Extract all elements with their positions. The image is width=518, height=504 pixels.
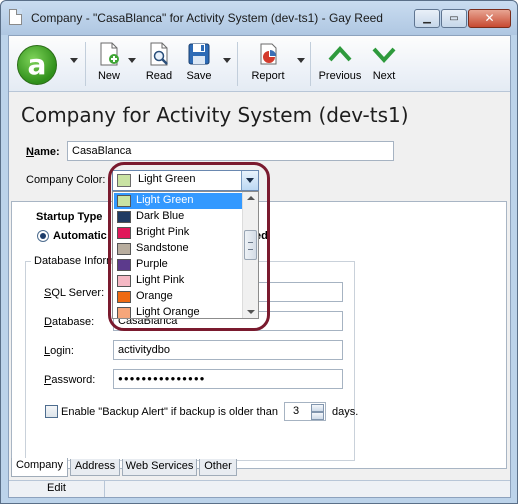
- app-logo-button[interactable]: a: [17, 45, 57, 85]
- new-chevron-down-icon[interactable]: [128, 58, 136, 63]
- name-label-key: N: [26, 146, 34, 158]
- tab-other[interactable]: Other: [199, 459, 237, 476]
- application-window: Company - "CasaBlanca" for Activity Syst…: [0, 0, 518, 504]
- app-menu-chevron-down-icon[interactable]: [70, 58, 78, 63]
- save-button[interactable]: Save: [183, 41, 215, 82]
- report-label: Report: [251, 70, 285, 82]
- read-button[interactable]: Read: [143, 41, 175, 82]
- next-label: Next: [372, 70, 396, 82]
- login-label: Login:: [44, 345, 74, 357]
- status-mode: Edit: [9, 481, 105, 497]
- password-label: Password:: [44, 374, 95, 386]
- save-label: Save: [186, 70, 212, 82]
- logo-glyph: a: [27, 48, 47, 81]
- highlight-ring: [108, 162, 270, 331]
- sql-server-label: SQL Server:: [44, 287, 104, 299]
- new-label: New: [97, 70, 120, 82]
- close-button[interactable]: ✕: [468, 9, 511, 28]
- company-color-label: Company Color:: [26, 174, 106, 186]
- name-input[interactable]: CasaBlanca: [67, 141, 394, 161]
- stepper-up-icon[interactable]: [311, 404, 324, 412]
- tab-web-services[interactable]: Web Services: [122, 459, 197, 476]
- maximize-button[interactable]: ▭: [441, 9, 467, 28]
- automatic-radio[interactable]: [37, 230, 49, 242]
- client-area: a New Read Save Report Previous Next Com…: [8, 35, 511, 498]
- read-label: Read: [145, 70, 173, 82]
- new-button[interactable]: New: [94, 41, 124, 82]
- login-input[interactable]: activitydbo: [113, 340, 343, 360]
- toolbar-separator: [310, 42, 311, 86]
- previous-label: Previous: [318, 70, 362, 82]
- save-chevron-down-icon[interactable]: [223, 58, 231, 63]
- tab-address[interactable]: Address: [70, 459, 120, 476]
- days-label: days.: [332, 406, 359, 418]
- name-label: Name:: [26, 146, 60, 158]
- database-label: Database:: [44, 316, 94, 328]
- report-chart-icon: [260, 43, 277, 65]
- page-title: Company for Activity System (dev-ts1): [21, 103, 409, 127]
- password-label-rest: assword:: [51, 374, 96, 386]
- title-bar[interactable]: Company - "CasaBlanca" for Activity Syst…: [1, 1, 517, 35]
- minimize-button[interactable]: ▁: [414, 9, 440, 28]
- new-document-icon: [100, 42, 119, 66]
- previous-button[interactable]: Previous: [317, 41, 363, 82]
- login-label-rest: ogin:: [50, 345, 74, 357]
- next-button[interactable]: Next: [369, 41, 399, 82]
- toolbar-separator: [85, 42, 86, 86]
- backup-days-value: 3: [293, 405, 300, 417]
- password-input[interactable]: ●●●●●●●●●●●●●●●: [113, 369, 343, 389]
- startup-type-label: Startup Type: [36, 211, 103, 223]
- backup-alert-checkbox[interactable]: [45, 405, 58, 418]
- name-label-rest: ame:: [33, 146, 60, 158]
- chevron-down-icon: [372, 47, 396, 63]
- backup-alert-label: Enable "Backup Alert" if backup is older…: [61, 406, 278, 418]
- chevron-up-icon: [328, 46, 352, 62]
- toolbar: a New Read Save Report Previous Next: [9, 36, 510, 92]
- report-chevron-down-icon[interactable]: [297, 58, 305, 63]
- toolbar-separator: [237, 42, 238, 86]
- save-disk-icon: [188, 43, 210, 65]
- read-document-icon: [150, 42, 168, 66]
- sql-label-rest: QL Server:: [51, 287, 105, 299]
- status-bar: Edit: [9, 480, 510, 497]
- tab-company[interactable]: Company: [11, 458, 68, 477]
- backup-days-stepper[interactable]: 3: [284, 402, 326, 421]
- window-title: Company - "CasaBlanca" for Activity Syst…: [31, 11, 383, 25]
- automatic-label: Automatic: [53, 230, 107, 242]
- document-icon: [9, 9, 22, 25]
- db-label-rest: atabase:: [51, 316, 95, 328]
- report-button[interactable]: Report: [249, 41, 287, 82]
- stepper-down-icon[interactable]: [311, 412, 324, 420]
- db-label-key: D: [44, 316, 52, 328]
